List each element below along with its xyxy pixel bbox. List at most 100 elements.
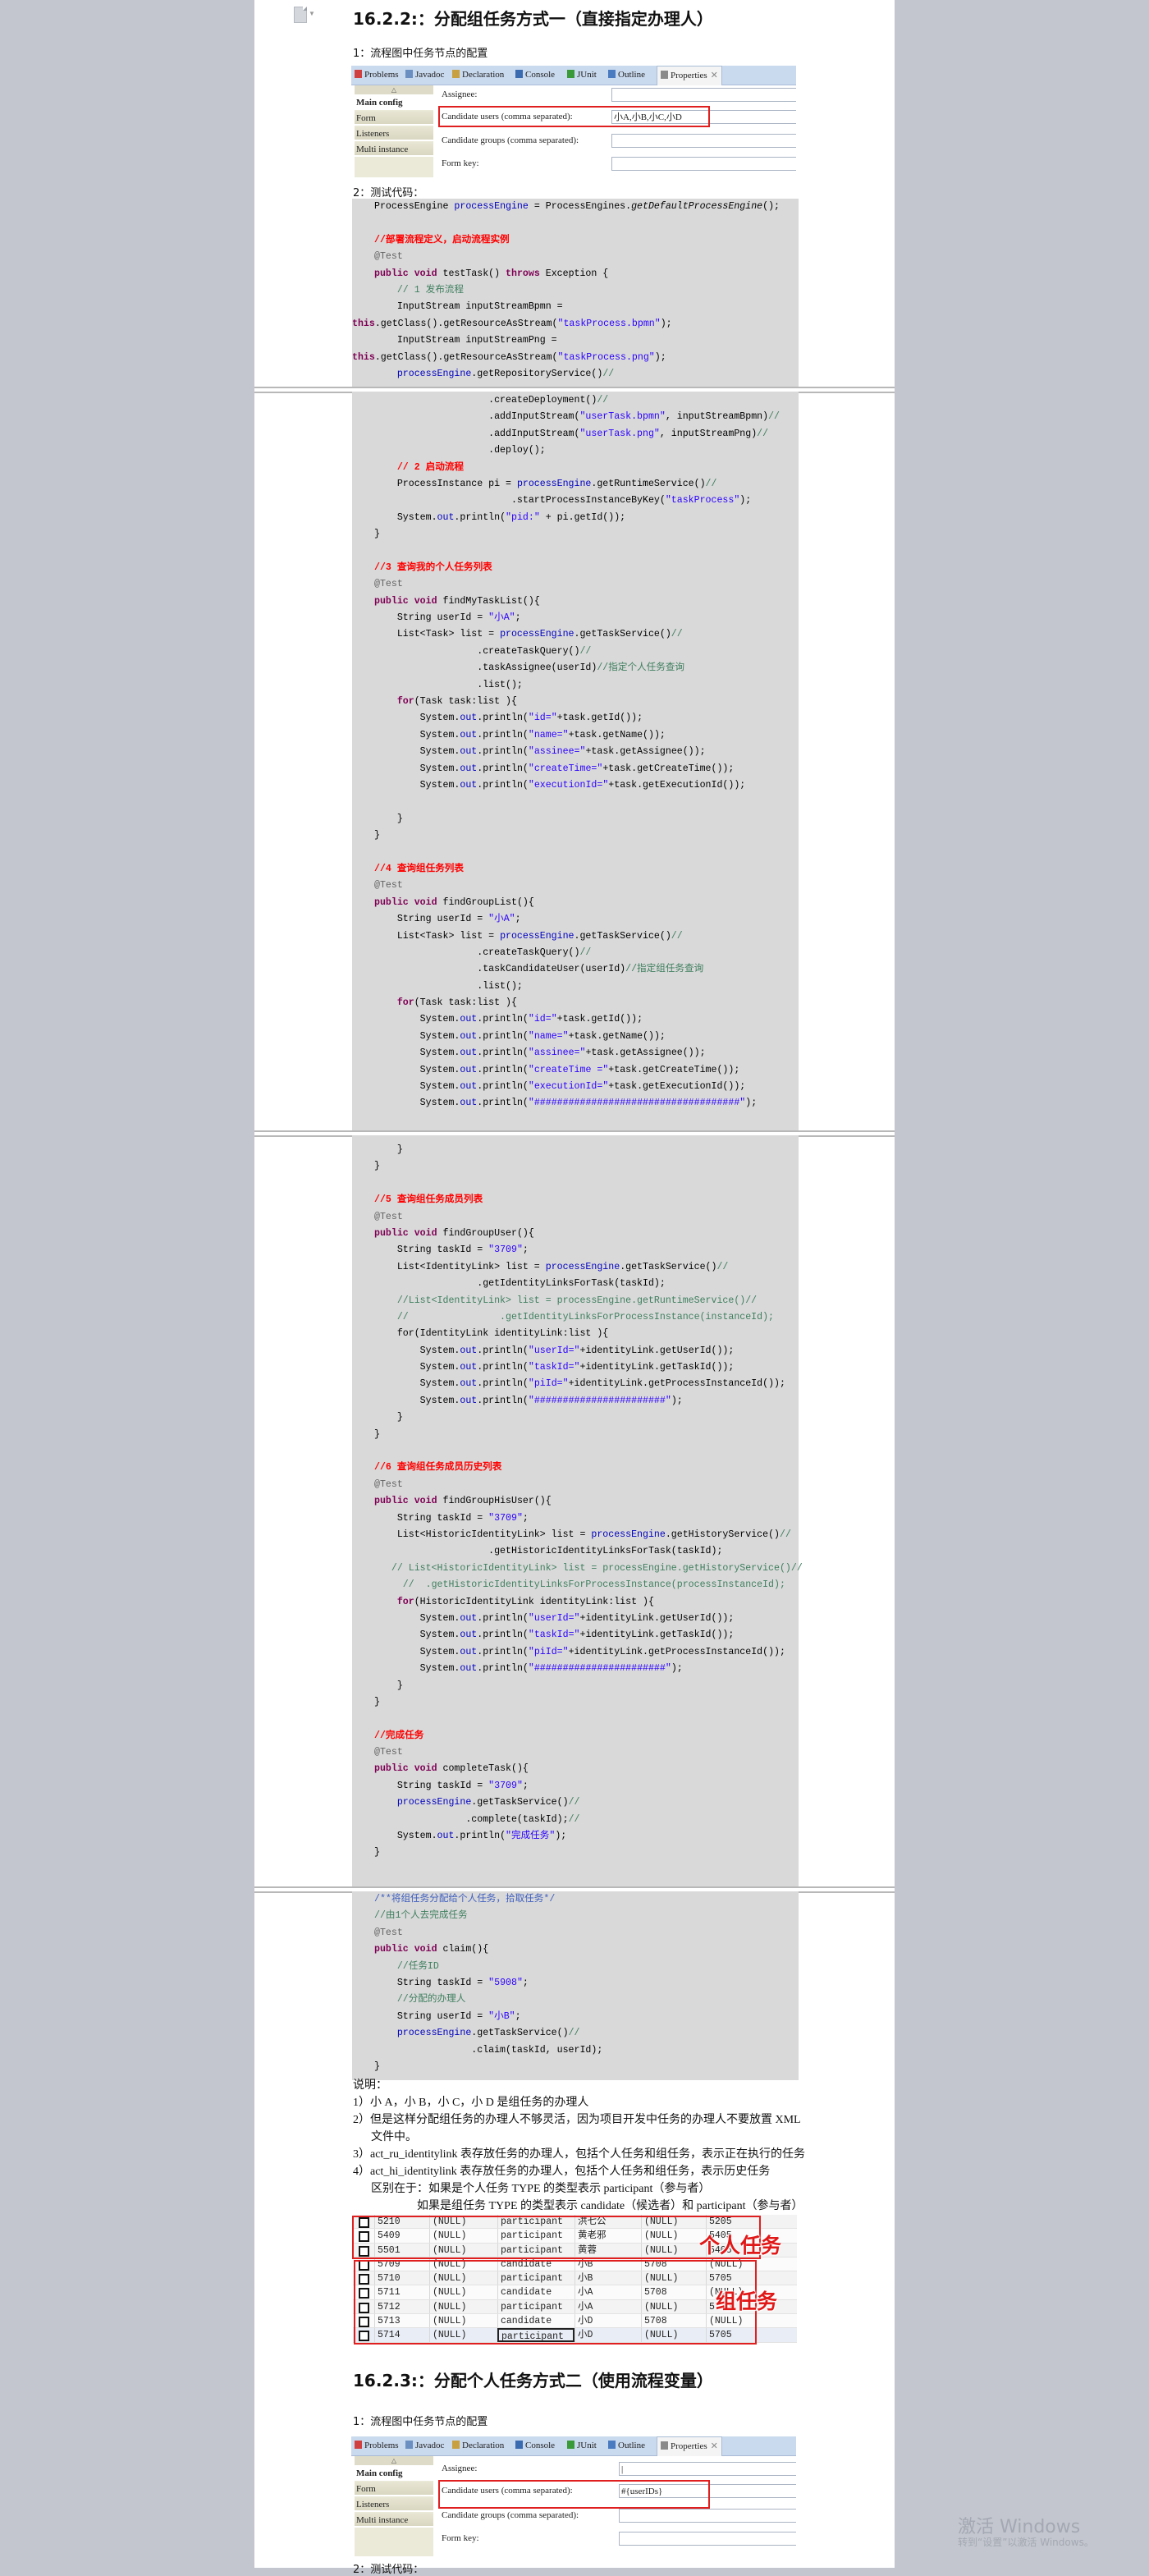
code-token: System. — [374, 1831, 437, 1842]
code-token: +identityLink.getUserId()); — [579, 1345, 735, 1356]
code-line: //4 查询组任务列表 — [374, 861, 799, 878]
tab-label: Properties — [671, 2441, 707, 2451]
code-line: String userId = "小B"; — [374, 2009, 799, 2025]
code-token: completeTask(){ — [442, 1763, 529, 1775]
field-input[interactable] — [611, 88, 796, 102]
code-token: + pi.getId()); — [539, 511, 626, 523]
code-token: .getTaskService() — [574, 930, 671, 942]
tab-junit[interactable]: JUnit — [567, 66, 597, 85]
code-line: for(HistoricIdentityLink identityLink:li… — [374, 1594, 799, 1611]
code-token: out — [460, 1646, 478, 1657]
field-input[interactable]: | — [619, 2462, 796, 2476]
tab-console[interactable]: Console — [515, 66, 555, 85]
tab-properties[interactable]: Properties ✕ — [657, 66, 722, 85]
code-token: // — [597, 395, 609, 406]
code-line: } — [374, 1845, 799, 1861]
code-token: out — [437, 511, 455, 523]
tab-console[interactable]: Console — [515, 2436, 555, 2455]
properties-icon — [661, 2441, 668, 2450]
code-line: public void findGroupList(){ — [374, 895, 799, 911]
code-token: ProcessEngine — [374, 201, 455, 212]
code-token: out — [460, 713, 478, 724]
code-token: System. — [374, 779, 460, 791]
field-input[interactable] — [611, 134, 796, 148]
code-token: @Test — [374, 1211, 403, 1222]
field-input[interactable] — [619, 2509, 796, 2523]
field-label: Candidate groups (comma separated): — [442, 2510, 579, 2520]
code-token: } — [374, 1428, 380, 1440]
tab-properties[interactable]: Properties ✕ — [657, 2436, 722, 2456]
code-token: out — [460, 763, 478, 774]
code-token: ); — [654, 351, 666, 363]
tab-declaration[interactable]: Declaration — [452, 66, 504, 85]
code-line: this.getClass().getResourceAsStream("tas… — [352, 350, 799, 366]
code-token: .getHistoricIdentityLinksForTask(taskId)… — [374, 1546, 723, 1557]
scroll-up-icon[interactable]: △ — [355, 85, 433, 95]
field-input[interactable] — [611, 157, 796, 171]
tab-label: Properties — [671, 71, 707, 80]
tab-label: Outline — [618, 70, 645, 80]
code-line: System.out.println("executionId="+task.g… — [374, 777, 799, 794]
nav-item-main-config[interactable]: Main config — [355, 95, 433, 110]
code-line: // 1 发布流程 — [374, 282, 799, 299]
nav-item-multi-instance[interactable]: Multi instance — [355, 142, 433, 157]
code-token: .println( — [477, 1646, 529, 1657]
code-block-2: .createDeployment()// .addInputStream("u… — [352, 392, 799, 1130]
tab-junit[interactable]: JUnit — [567, 2436, 597, 2455]
code-token: .claim(taskId, userId); — [374, 2044, 603, 2056]
tab-javadoc[interactable]: Javadoc — [405, 66, 444, 85]
nav-item-multi-instance[interactable]: Multi instance — [355, 2513, 433, 2528]
code-line: //部署流程定义，启动流程实例 — [374, 232, 799, 249]
code-token: .println( — [477, 1014, 529, 1025]
tab-label: Problems — [364, 2441, 399, 2450]
code-token: // — [716, 1261, 729, 1272]
properties-panel-1: Problems Javadoc Declaration Console JUnit Ou… — [351, 66, 796, 177]
code-line: .taskAssignee(userId)//指定个人任务查询 — [374, 660, 799, 676]
code-token: ); — [555, 1831, 567, 1842]
code-token: out — [460, 1081, 478, 1093]
nav-item-listeners[interactable]: Listeners — [355, 2497, 433, 2512]
code-token: .startProcessInstanceByKey( — [374, 495, 666, 506]
code-token: .taskCandidateUser(userId) — [374, 964, 626, 975]
code-token: +identityLink.getUserId()); — [579, 1612, 735, 1624]
code-token: "userTask.bpmn" — [579, 411, 666, 423]
tab-declaration[interactable]: Declaration — [452, 2436, 504, 2455]
field-input[interactable] — [619, 2532, 796, 2546]
code-token: String taskId = — [374, 1512, 489, 1524]
nav-item-main-config[interactable]: Main config — [355, 2466, 433, 2481]
nav-item-listeners[interactable]: Listeners — [355, 126, 433, 141]
code-token: .getHistoryService() — [665, 1529, 780, 1540]
code-token: .createTaskQuery() — [374, 947, 580, 958]
document-icon[interactable] — [294, 7, 307, 23]
nav-item-form[interactable]: Form — [355, 2482, 433, 2496]
close-icon[interactable]: ✕ — [711, 71, 718, 80]
close-icon[interactable]: ✕ — [711, 2441, 718, 2451]
code-line: .taskCandidateUser(userId)//指定组任务查询 — [374, 961, 799, 978]
code-token: , inputStreamBpmn) — [665, 411, 769, 423]
tab-problems[interactable]: Problems — [355, 2436, 399, 2455]
tab-javadoc[interactable]: Javadoc — [405, 2436, 444, 2455]
scroll-up-icon[interactable]: △ — [355, 2456, 433, 2466]
code-token: String taskId = — [374, 1244, 489, 1256]
config-nav: △ Main config Form Listeners Multi instance — [355, 85, 433, 177]
nav-item-form[interactable]: Form — [355, 111, 433, 126]
code-token: System. — [374, 1612, 460, 1624]
code-token: public void — [374, 1944, 443, 1955]
code-token: System. — [374, 729, 460, 740]
problems-icon — [355, 2441, 362, 2449]
code-token: .println( — [477, 1345, 529, 1356]
code-token: ; — [522, 1977, 529, 1988]
code-line: } — [374, 811, 799, 827]
code-line: } — [374, 2059, 799, 2075]
code-block-4: /**将组任务分配给个人任务，拾取任务*/ //由1个人去完成任务 @Test pub… — [352, 1891, 799, 2080]
tab-problems[interactable]: Problems — [355, 66, 399, 85]
code-line: System.out.println("####################… — [374, 1393, 799, 1409]
chevron-down-icon[interactable]: ▼ — [309, 10, 315, 17]
step-label: 1：流程图中任务节点的配置 — [353, 48, 488, 60]
code-line: processEngine.getTaskService()// — [374, 2025, 799, 2042]
tab-outline[interactable]: Outline — [608, 66, 645, 85]
tab-outline[interactable]: Outline — [608, 2436, 645, 2455]
code-token: System. — [374, 511, 437, 523]
